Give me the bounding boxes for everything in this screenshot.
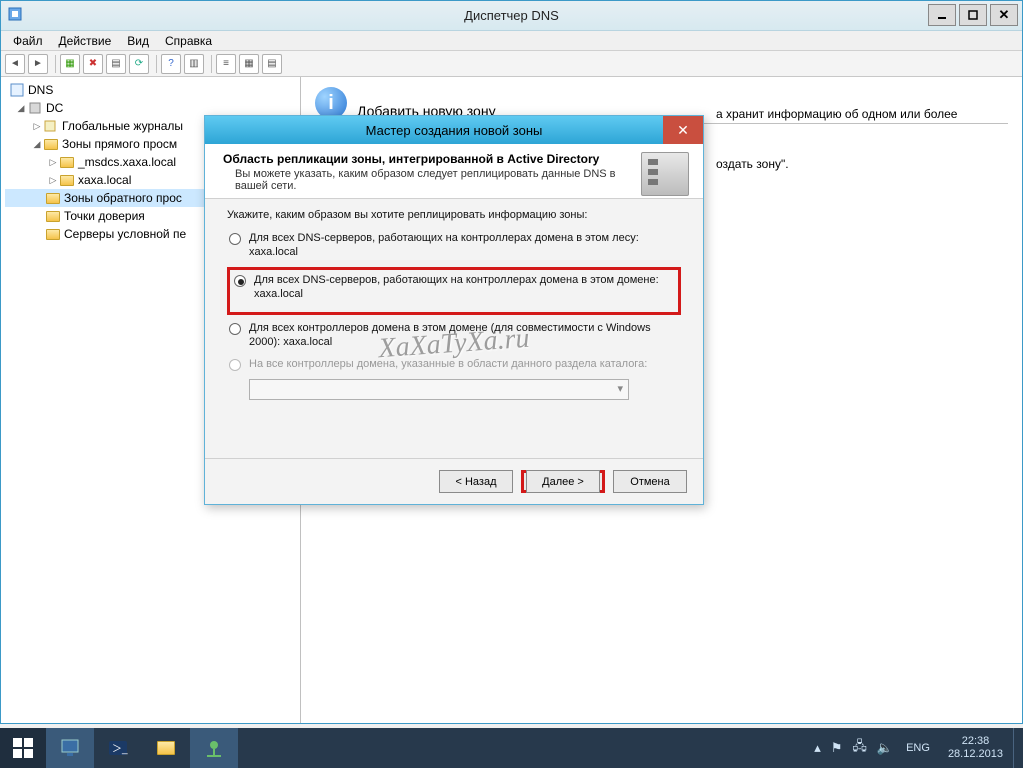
tray-flag-icon[interactable]: ⚑ <box>831 740 843 756</box>
menu-help[interactable]: Справка <box>157 34 220 48</box>
taskbar-dns-manager[interactable] <box>190 728 238 768</box>
windows-logo-icon <box>13 738 33 758</box>
server-illustration-icon <box>641 152 689 196</box>
back-button[interactable]: < Назад <box>439 470 513 493</box>
menu-bar: Файл Действие Вид Справка <box>1 31 1022 51</box>
system-tray: ▴ ⚑ 🖧 🔈 ENG 22:38 28.12.2013 <box>809 728 1023 768</box>
highlight-selected-option: Для всех DNS-серверов, работающих на кон… <box>227 267 681 315</box>
wizard-header-title: Область репликации зоны, интегрированной… <box>223 152 635 166</box>
content-text-line2: оздать зону". <box>716 157 789 171</box>
toolbar-fwd-icon[interactable]: ► <box>28 54 48 74</box>
radio-icon <box>229 359 241 371</box>
menu-view[interactable]: Вид <box>119 34 157 48</box>
tray-up-icon[interactable]: ▴ <box>814 740 821 756</box>
toolbar-btn-icon[interactable]: ▤ <box>262 54 282 74</box>
radio-icon <box>229 323 241 335</box>
highlight-next-button: Далее > <box>521 470 605 493</box>
expand-icon[interactable]: ▷ <box>47 157 59 168</box>
minimize-button[interactable] <box>928 4 956 26</box>
toolbar-btn-icon[interactable]: ≡ <box>216 54 236 74</box>
toolbar-separator <box>156 55 157 73</box>
wizard-title: Мастер создания новой зоны <box>366 123 543 138</box>
close-button[interactable]: ✕ <box>990 4 1018 26</box>
folder-icon <box>59 155 75 169</box>
next-button[interactable]: Далее > <box>526 470 600 493</box>
toolbar-refresh-icon[interactable]: ⟳ <box>129 54 149 74</box>
taskbar: ＞_ ▴ ⚑ 🖧 🔈 ENG 22:38 28.12.2013 <box>0 728 1023 768</box>
toolbar-help-icon[interactable]: ? <box>161 54 181 74</box>
radio-forest-dns[interactable]: Для всех DNS-серверов, работающих на кон… <box>227 231 681 259</box>
menu-file[interactable]: Файл <box>5 34 51 48</box>
tray-clock[interactable]: 22:38 28.12.2013 <box>948 735 1003 761</box>
folder-icon <box>157 741 175 755</box>
partition-dropdown <box>249 379 629 400</box>
toolbar-add-icon[interactable]: ▦ <box>60 54 80 74</box>
folder-icon <box>59 173 75 187</box>
folder-icon <box>45 209 61 223</box>
collapse-icon[interactable]: ◢ <box>31 139 43 150</box>
radio-icon <box>234 275 246 287</box>
main-titlebar[interactable]: Диспетчер DNS ✕ <box>1 1 1022 31</box>
toolbar: ◄ ► ▦ ✖ ▤ ⟳ ? ▥ ≡ ▦ ▤ <box>1 51 1022 77</box>
content-text-line1: а хранит информацию об одном или более <box>716 107 957 121</box>
radio-custom-partition: На все контроллеры домена, указанные в о… <box>227 357 681 371</box>
taskbar-explorer[interactable] <box>142 728 190 768</box>
collapse-icon[interactable]: ◢ <box>15 103 27 114</box>
tray-language[interactable]: ENG <box>906 742 930 754</box>
menu-action[interactable]: Действие <box>51 34 120 48</box>
server-icon <box>27 101 43 115</box>
svg-text:＞_: ＞_ <box>112 744 128 755</box>
expand-icon[interactable]: ▷ <box>31 121 43 132</box>
wizard-titlebar[interactable]: Мастер создания новой зоны ✕ <box>205 116 703 144</box>
wizard-prompt: Укажите, каким образом вы хотите реплици… <box>227 209 681 221</box>
main-window-title: Диспетчер DNS <box>464 8 559 23</box>
folder-icon <box>45 227 61 241</box>
toolbar-btn-icon[interactable]: ▥ <box>184 54 204 74</box>
app-icon <box>7 6 23 25</box>
tray-network-icon[interactable]: 🖧 <box>852 737 867 759</box>
cancel-button[interactable]: Отмена <box>613 470 687 493</box>
wizard-close-button[interactable]: ✕ <box>663 116 703 144</box>
radio-icon <box>229 233 241 245</box>
folder-icon <box>43 137 59 151</box>
wizard-header-subtitle: Вы можете указать, каким образом следует… <box>223 168 635 192</box>
taskbar-powershell[interactable]: ＞_ <box>94 728 142 768</box>
show-desktop-button[interactable] <box>1013 728 1023 768</box>
dns-icon <box>9 83 25 97</box>
book-icon <box>43 119 59 133</box>
new-zone-wizard: Мастер создания новой зоны ✕ Область реп… <box>204 115 704 505</box>
toolbar-separator <box>55 55 56 73</box>
radio-domain-dns[interactable]: Для всех DNS-серверов, работающих на кон… <box>232 273 676 301</box>
toolbar-props-icon[interactable]: ▤ <box>106 54 126 74</box>
wizard-header: Область репликации зоны, интегрированной… <box>205 144 703 199</box>
wizard-body: Укажите, каким образом вы хотите реплици… <box>205 199 703 458</box>
folder-icon <box>45 191 61 205</box>
tray-sound-icon[interactable]: 🔈 <box>877 740 893 756</box>
toolbar-back-icon[interactable]: ◄ <box>5 54 25 74</box>
taskbar-server-manager[interactable] <box>46 728 94 768</box>
tree-root-dns[interactable]: DNS <box>5 81 300 99</box>
expand-icon[interactable]: ▷ <box>47 175 59 186</box>
toolbar-btn-icon[interactable]: ▦ <box>239 54 259 74</box>
toolbar-separator <box>211 55 212 73</box>
maximize-button[interactable] <box>959 4 987 26</box>
radio-win2000-compat[interactable]: Для всех контроллеров домена в этом доме… <box>227 321 681 349</box>
wizard-button-row: < Назад Далее > Отмена <box>205 458 703 504</box>
toolbar-delete-icon[interactable]: ✖ <box>83 54 103 74</box>
start-button[interactable] <box>0 728 46 768</box>
